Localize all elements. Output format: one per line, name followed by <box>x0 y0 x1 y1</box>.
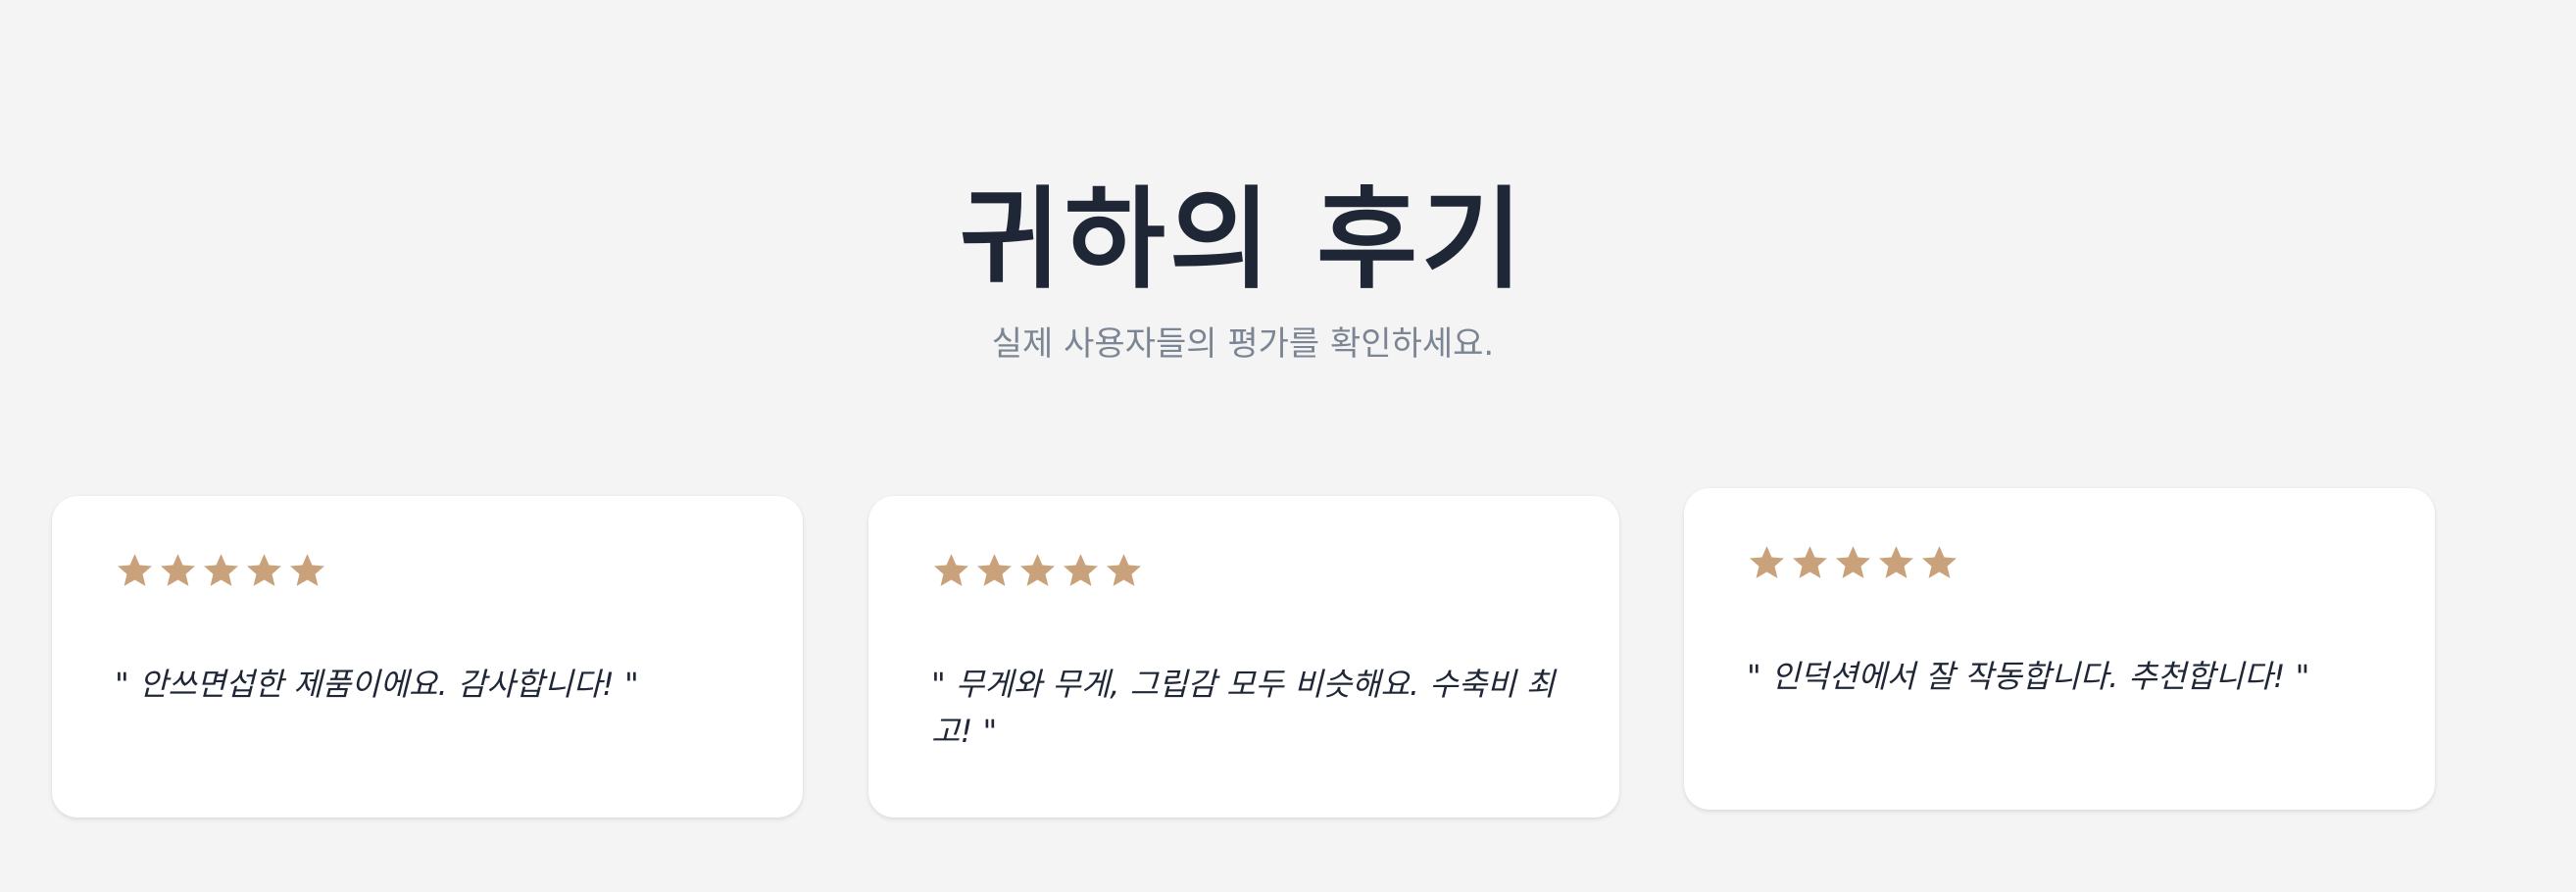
star-icon <box>158 551 198 591</box>
star-icon <box>1790 543 1830 583</box>
star-icon <box>974 551 1015 591</box>
review-quote: " 안쓰면섭한 제품이에요. 감사합니다! " <box>115 666 639 703</box>
star-icon <box>115 551 155 591</box>
star-rating <box>115 551 740 604</box>
review-card: " 무게와 무게, 그립감 모두 비슷해요. 수축비 최고! " <box>868 496 1619 818</box>
star-rating <box>1747 543 2372 596</box>
review-card: " 안쓰면섭한 제품이에요. 감사합니다! " <box>52 496 803 818</box>
star-icon <box>1017 551 1058 591</box>
star-icon <box>1061 551 1101 591</box>
star-icon <box>1876 543 1916 583</box>
review-card: " 인덕션에서 잘 작동합니다. 추천합니다! " <box>1684 488 2435 810</box>
star-icon <box>931 551 971 591</box>
star-icon <box>1919 543 1959 583</box>
star-icon <box>201 551 241 591</box>
star-icon <box>1104 551 1144 591</box>
reviews-header: 귀하의 후기 실제 사용자들의 평가를 확인하세요. <box>0 176 2486 367</box>
page-subtitle: 실제 사용자들의 평가를 확인하세요. <box>991 324 1495 364</box>
review-quote: " 인덕션에서 잘 작동합니다. 추천합니다! " <box>1747 658 2310 695</box>
star-icon <box>287 551 327 591</box>
page-title: 귀하의 후기 <box>959 175 1527 304</box>
star-icon <box>1833 543 1873 583</box>
star-icon <box>1747 543 1787 583</box>
star-rating <box>931 551 1557 604</box>
review-quote: " 무게와 무게, 그립감 모두 비슷해요. 수축비 최고! " <box>931 666 1556 750</box>
star-icon <box>244 551 284 591</box>
